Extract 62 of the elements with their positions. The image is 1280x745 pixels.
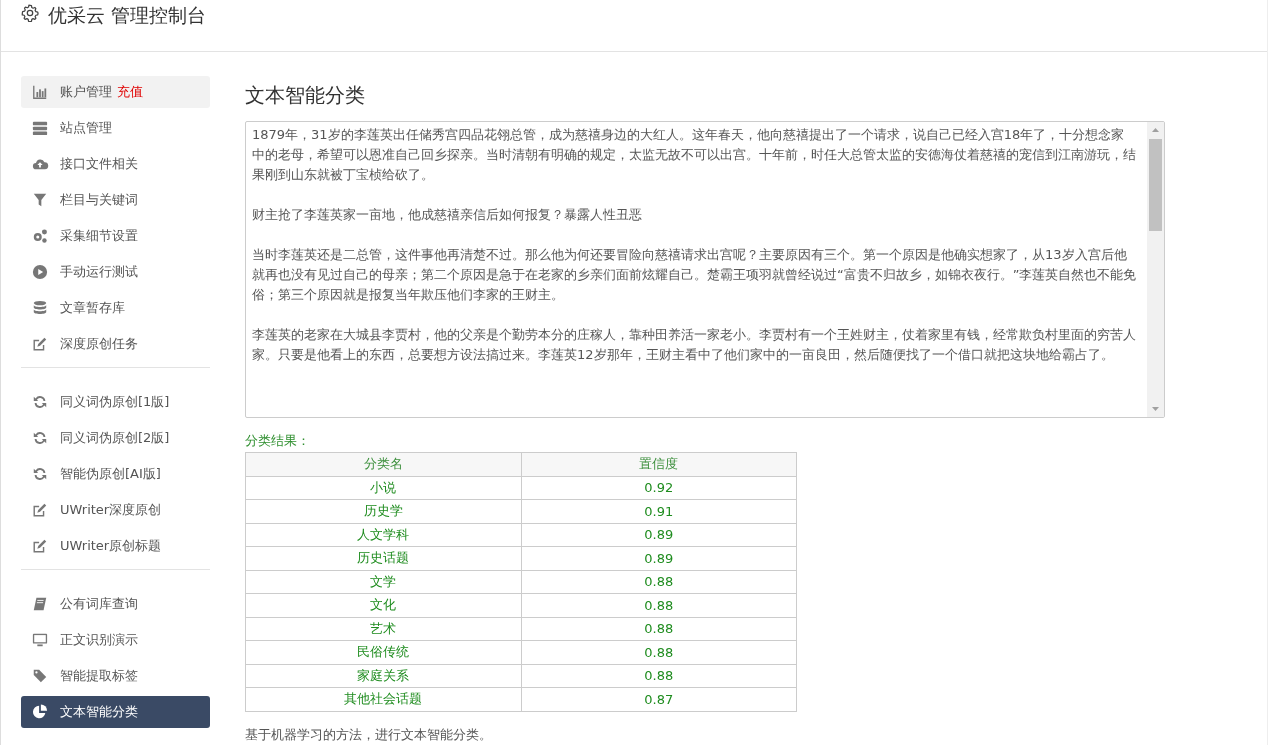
description-text: 基于机器学习的方法，进行文本智能分类。 (245, 725, 493, 744)
play-icon (31, 264, 49, 280)
result-label: 分类结果： (245, 432, 311, 450)
sidebar-item[interactable]: 采集细节设置 (21, 220, 210, 252)
database-icon (31, 300, 49, 316)
table-cell: 0.91 (521, 499, 797, 523)
edit-icon (31, 502, 49, 518)
server-icon (31, 120, 49, 136)
table-cell: 0.92 (521, 476, 797, 500)
table-cell: 家庭关系 (245, 664, 521, 688)
table-cell: 艺术 (245, 617, 521, 641)
page-heading: 文本智能分类 (245, 83, 366, 107)
text-input-field[interactable]: 1879年，31岁的李莲英出任储秀宫四品花翎总管，成为慈禧身边的大红人。这年春天，他向慈禧提出了一个请求，说自己已经入宫18年了，十分想念家中的老母，希望可以恩准自己回乡探亲。当时清朝有明确的规定，太监无故不可以出宫。十年前，时任大总管太监的安德海仗着慈禧的宠信到江南游玩，结果刚到山东就被丁宝桢给砍了。 财主抢了李莲英家一亩地，他成慈禧亲信后如何报复？暴露人性丑恶 当时李莲英还是二总管，这件事他再清楚不过。那么他为何还要冒险向慈禧请求出宫呢？主要原因有三个。第一个原因是他确实想家了，从13岁入宫后他就再也没有见过自己的母亲；第二个原因是急于在老家的乡亲们面前炫耀自己。楚霸王项羽就曾经说过“富贵不归故乡，如锦衣夜行。”李莲英自然也不能免俗；第三个原因就是报复当年欺压他们李家的王财主。 李莲英的老家在大城县李贾村，他的父亲是个勤劳本分的庄稼人，靠种田养活一家老小。李贾村有一个王姓财主，仗着家里有钱，经常欺负村里面的穷苦人家。只要是他看上的东西，总要想方设法搞过来。李莲英12岁那年，王财主看中了他们家中的一亩良田，然后随便找了一个借口就把这块地给霸占了。 (245, 121, 1165, 418)
sidebar-item[interactable]: 账户管理 充值 (21, 76, 210, 108)
table-cell: 历史学 (245, 499, 521, 523)
tag-icon (31, 668, 49, 684)
table-cell: 其他社会话题 (245, 687, 521, 711)
pie-chart-icon (31, 704, 49, 720)
table-cell: 0.88 (521, 617, 797, 641)
monitor-icon (31, 632, 49, 648)
sidebar-item[interactable]: 栏目与关键词 (21, 184, 210, 216)
table-cell: 0.88 (521, 640, 797, 664)
sidebar-item[interactable]: 接口文件相关 (21, 148, 210, 180)
edit-icon (31, 336, 49, 352)
sidebar-item[interactable]: UWriter深度原创 (21, 494, 210, 526)
refresh-icon (31, 430, 49, 446)
app-title: 优采云 管理控制台 (48, 4, 207, 26)
sidebar-item[interactable]: 深度原创任务 (21, 328, 210, 360)
filter-icon (31, 192, 49, 208)
sidebar-item[interactable]: 同义词伪原创[2版] (21, 422, 210, 454)
sidebar-item[interactable]: 公有词库查询 (21, 588, 210, 620)
scrollbar[interactable] (1147, 122, 1164, 417)
column-header: 置信度 (521, 452, 797, 476)
sidebar-item[interactable]: 手动运行测试 (21, 256, 210, 288)
sidebar-item[interactable]: 智能伪原创[AI版] (21, 458, 210, 490)
table-cell: 历史话题 (245, 546, 521, 570)
refresh-icon (31, 466, 49, 482)
table-cell: 人文学科 (245, 523, 521, 547)
book-icon (31, 596, 49, 612)
table-cell: 0.89 (521, 523, 797, 547)
table-cell: 0.89 (521, 546, 797, 570)
table-cell: 0.87 (521, 687, 797, 711)
table-cell: 小说 (245, 476, 521, 500)
bar-chart-icon (31, 84, 49, 100)
recharge-link[interactable]: 充值 (117, 83, 143, 101)
table-cell: 0.88 (521, 664, 797, 688)
table-cell: 0.88 (521, 570, 797, 594)
table-cell: 民俗传统 (245, 640, 521, 664)
edit-icon (31, 538, 49, 554)
column-header: 分类名 (245, 452, 521, 476)
sidebar-item[interactable]: 同义词伪原创[1版] (21, 386, 210, 418)
table-cell: 0.88 (521, 593, 797, 617)
sidebar-item[interactable]: UWriter原创标题 (21, 530, 210, 562)
settings-icon (21, 4, 39, 22)
sidebar-item[interactable]: 站点管理 (21, 112, 210, 144)
table-cell: 文学 (245, 570, 521, 594)
sidebar-item[interactable]: 正文识别演示 (21, 624, 210, 656)
table-cell: 文化 (245, 593, 521, 617)
sidebar-item[interactable]: 智能提取标签 (21, 660, 210, 692)
sidebar-item[interactable]: 文章暂存库 (21, 292, 210, 324)
refresh-icon (31, 394, 49, 410)
sidebar-item[interactable]: 文本智能分类 (21, 696, 210, 728)
